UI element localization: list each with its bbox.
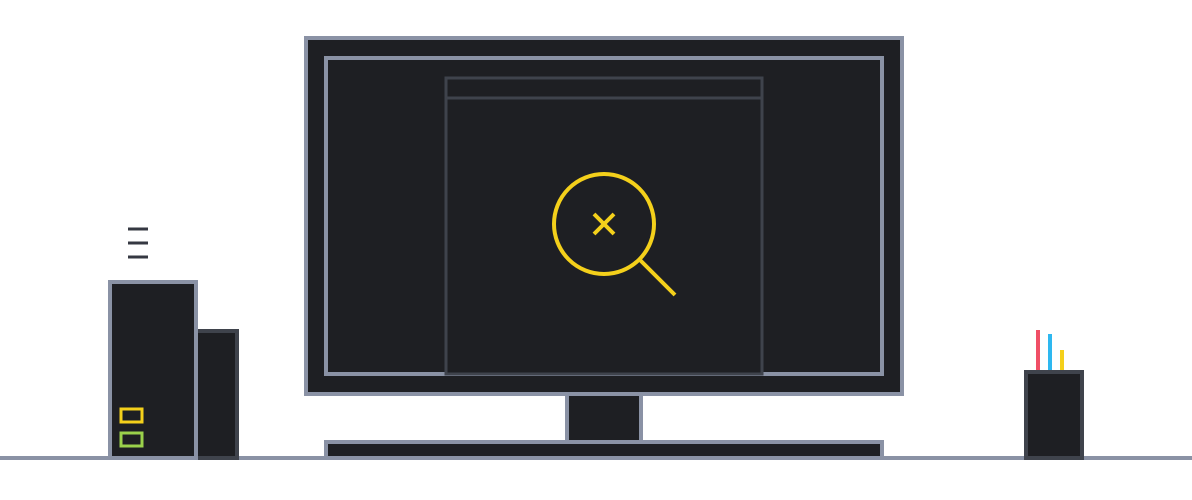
speaker-tower-icon <box>108 280 239 460</box>
empty-state-illustration <box>0 0 1192 500</box>
monitor-stand-base <box>324 440 884 460</box>
desktop-monitor-icon <box>304 36 904 460</box>
illustration-svg <box>0 36 1192 460</box>
monitor-stand-neck <box>565 392 643 444</box>
stack-lines-icon <box>128 227 148 259</box>
pen-holder-icon <box>1024 330 1084 460</box>
